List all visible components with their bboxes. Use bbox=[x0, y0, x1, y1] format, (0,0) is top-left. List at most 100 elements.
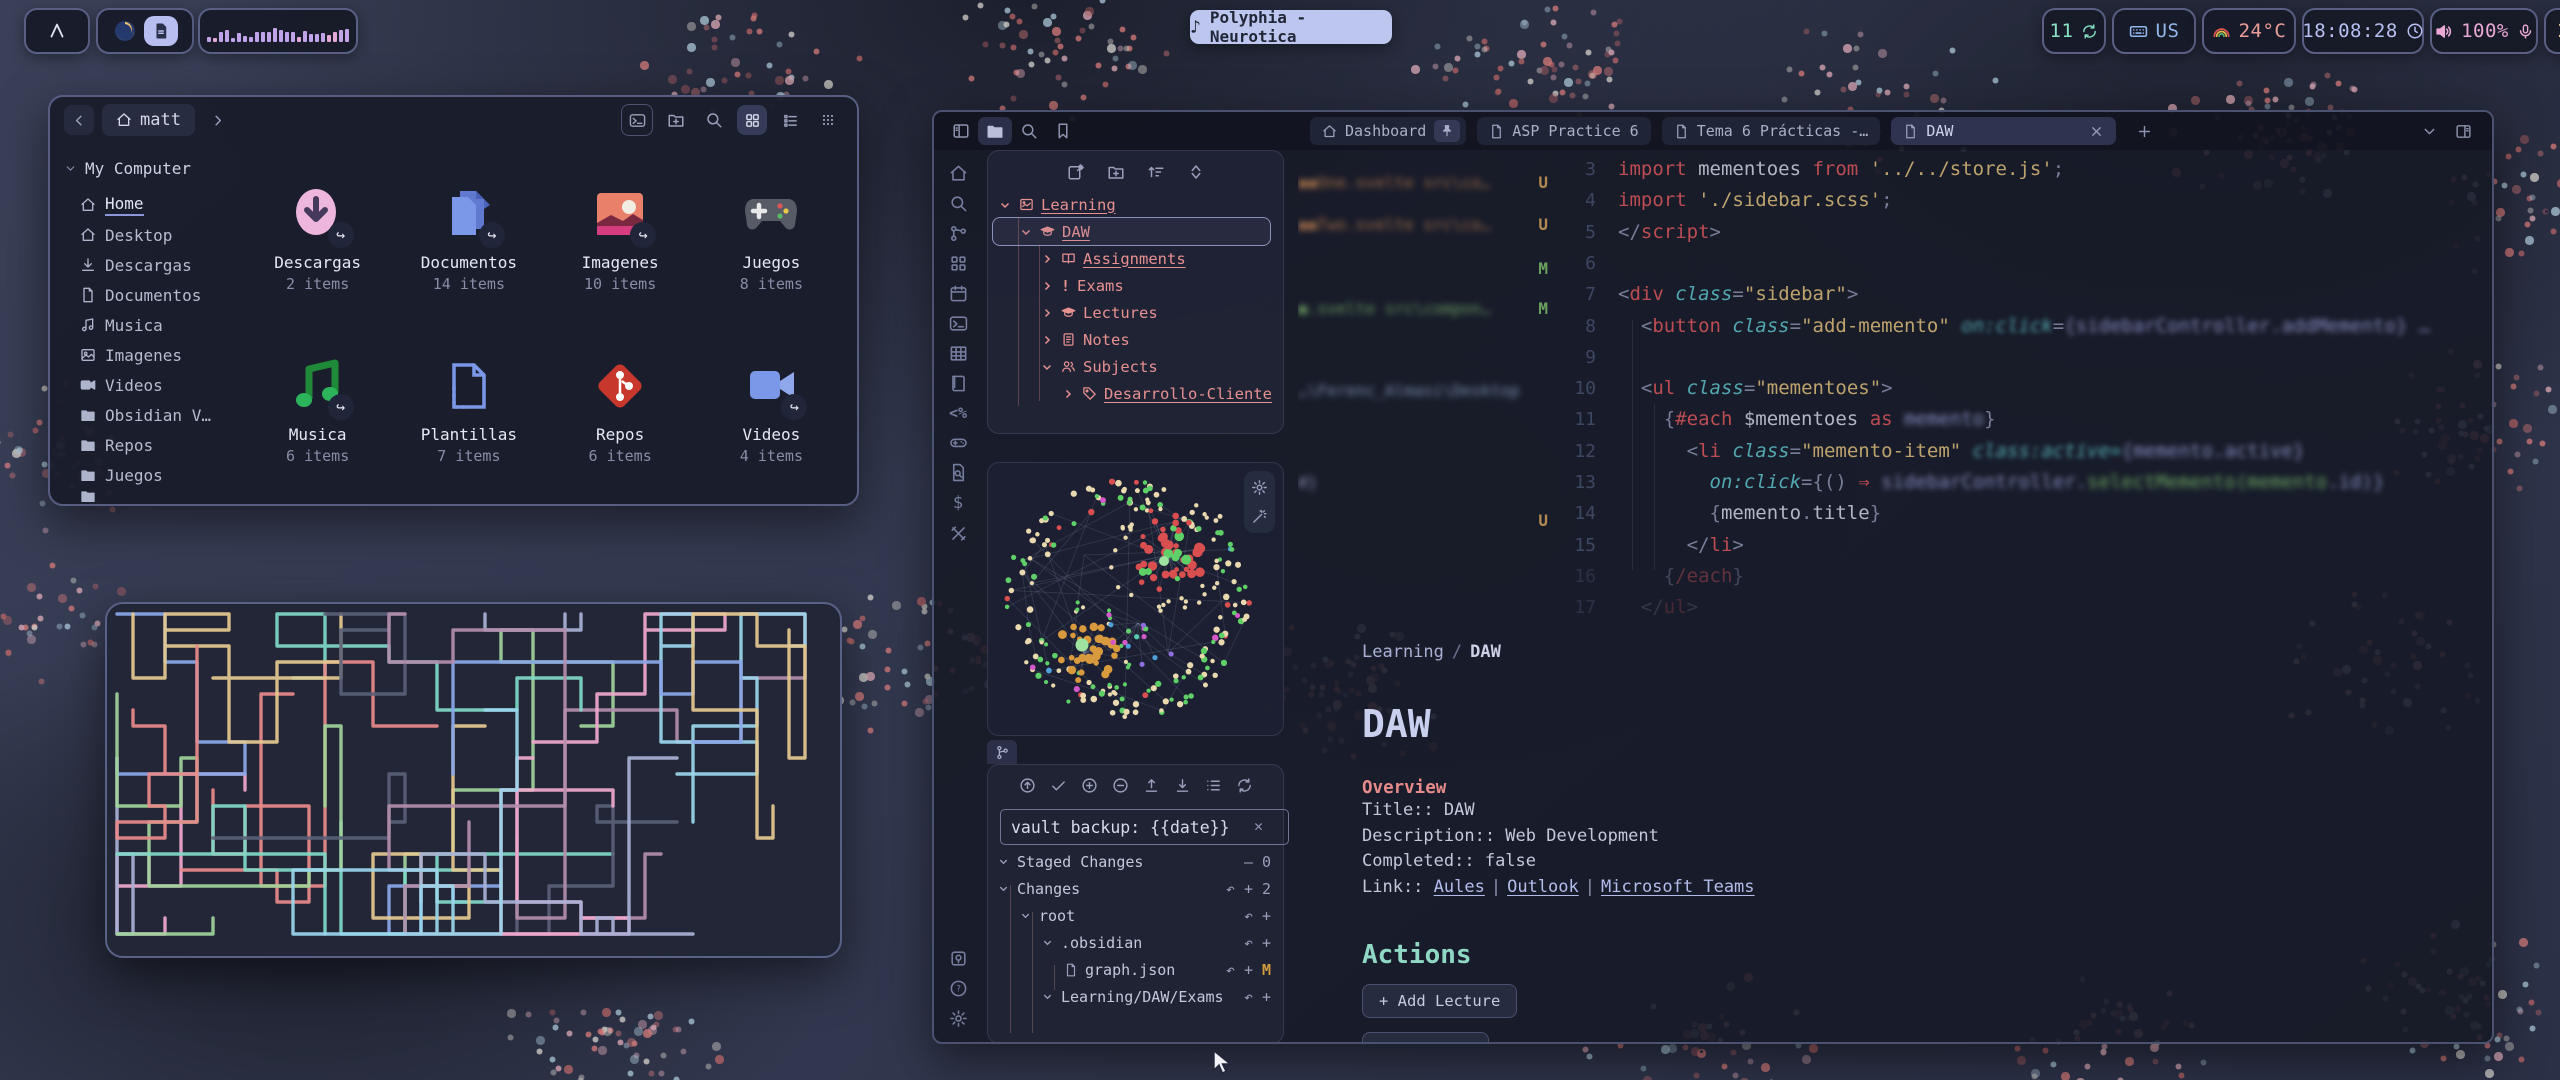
chev-down-button[interactable] bbox=[2412, 117, 2446, 145]
link-microsoftteams[interactable]: Microsoft Teams bbox=[1601, 877, 1755, 897]
close-tab-icon[interactable] bbox=[2089, 124, 2104, 139]
ribbon-git-graph-button[interactable] bbox=[949, 224, 968, 243]
widget-updates[interactable]: 11 bbox=[2042, 8, 2106, 54]
ribbon-home-button[interactable] bbox=[949, 164, 968, 183]
sidebar-item-desktop[interactable]: Desktop bbox=[64, 220, 246, 250]
clear-commit-icon[interactable]: ✕ bbox=[1254, 817, 1263, 835]
sidebar-item-descargas[interactable]: Descargas bbox=[64, 250, 246, 280]
graph-gear-button[interactable] bbox=[1251, 479, 1268, 496]
action-button---add-lecture[interactable]: + Add Lecture bbox=[1362, 984, 1517, 1018]
layout-split-button[interactable] bbox=[2446, 117, 2480, 145]
folder-documentos[interactable]: ↪Documentos14 items bbox=[393, 151, 544, 324]
ribbon-terminal-button[interactable] bbox=[949, 314, 968, 333]
git-row-actions[interactable]: ↶+ bbox=[1244, 907, 1271, 925]
sort-button[interactable] bbox=[1147, 163, 1165, 181]
tab-dashboard[interactable]: Dashboard bbox=[1310, 117, 1466, 145]
ribbon-templater-button[interactable]: <% bbox=[949, 404, 967, 422]
ribbon-layout-grid-button[interactable] bbox=[949, 254, 968, 273]
git-pull-button[interactable] bbox=[1174, 777, 1191, 794]
sidebar-item-juegos[interactable]: Juegos bbox=[64, 460, 246, 490]
git-row-actions[interactable]: ↶+M bbox=[1226, 961, 1271, 979]
git-commit-button[interactable] bbox=[1019, 777, 1036, 794]
new-tab-button[interactable] bbox=[2127, 117, 2161, 145]
ribbon-vault-button[interactable] bbox=[949, 949, 968, 968]
sidebar-item-repos[interactable]: Repos bbox=[64, 430, 246, 460]
open-terminal-button[interactable] bbox=[621, 104, 653, 136]
tab-asp-practice-6[interactable]: ASP Practice 6 bbox=[1477, 117, 1650, 145]
list-view-button[interactable] bbox=[775, 105, 805, 135]
new-note-button[interactable] bbox=[1067, 163, 1085, 181]
widget-clock[interactable]: 18:08:28 bbox=[2302, 8, 2424, 54]
ribbon-dollar-button[interactable]: $ bbox=[953, 493, 963, 513]
git-push-button[interactable] bbox=[1143, 777, 1160, 794]
sidebar-item-videos[interactable]: Videos bbox=[64, 370, 246, 400]
git-row-actions[interactable]: ↶+ bbox=[1244, 988, 1271, 1006]
folder-videos[interactable]: ↪Videos4 items bbox=[696, 324, 847, 497]
git-row-stagedchanges[interactable]: Staged Changes—0 bbox=[988, 848, 1283, 875]
ribbon-calendar-button[interactable] bbox=[949, 284, 968, 303]
ribbon-table-button[interactable] bbox=[949, 344, 968, 363]
back-button[interactable] bbox=[64, 105, 94, 135]
git-minus-circle-button[interactable] bbox=[1112, 777, 1129, 794]
ribbon-book-button[interactable] bbox=[949, 374, 968, 393]
ribbon-file-search-button[interactable] bbox=[949, 463, 968, 482]
action-button---add-note[interactable]: + Add Note bbox=[1362, 1032, 1489, 1042]
link-aules[interactable]: Aules bbox=[1434, 877, 1485, 897]
folder-descargas[interactable]: ↪Descargas2 items bbox=[242, 151, 393, 324]
git-check-button[interactable] bbox=[1050, 777, 1067, 794]
graph-wand-button[interactable] bbox=[1251, 508, 1268, 525]
tab-daw[interactable]: DAW bbox=[1891, 117, 2116, 145]
launcher-button[interactable] bbox=[24, 8, 90, 54]
music-player-pill[interactable]: ♪Polyphia - Neurotica bbox=[1190, 10, 1392, 44]
sidebar-section[interactable]: My Computer bbox=[64, 159, 246, 178]
sidebar-item-home[interactable]: Home bbox=[64, 190, 246, 220]
folder-plantillas[interactable]: Plantillas7 items bbox=[393, 324, 544, 497]
sidebar-item-imagenes[interactable]: Imagenes bbox=[64, 340, 246, 370]
folder-plus-button[interactable] bbox=[1107, 163, 1125, 181]
commit-message-input[interactable] bbox=[1000, 809, 1289, 845]
folder-juegos[interactable]: Juegos8 items bbox=[696, 151, 847, 324]
widget-weather[interactable]: 24°C bbox=[2202, 8, 2296, 54]
ribbon-gear-button[interactable] bbox=[949, 1009, 968, 1028]
breadcrumb[interactable]: matt bbox=[102, 104, 195, 136]
widget-notifications[interactable]: 24 bbox=[2544, 8, 2560, 54]
tab-tema-6-pr-cticas-[interactable]: Tema 6 Prácticas -… bbox=[1662, 117, 1881, 145]
git-row-changes[interactable]: Changes↶+2 bbox=[988, 875, 1283, 902]
search-button[interactable] bbox=[699, 105, 729, 135]
git-list-button[interactable] bbox=[1205, 777, 1222, 794]
git-plus-circle-button[interactable] bbox=[1081, 777, 1098, 794]
forward-button[interactable] bbox=[203, 105, 233, 135]
folder-musica[interactable]: ↪Musica6 items bbox=[242, 324, 393, 497]
collapse-button[interactable] bbox=[1187, 163, 1205, 181]
folder-button[interactable] bbox=[978, 117, 1012, 145]
sidebar-item-obsidianv[interactable]: Obsidian V… bbox=[64, 400, 246, 430]
widget-keyboard-layout[interactable]: US bbox=[2112, 8, 2196, 54]
ribbon-help-button[interactable]: ? bbox=[949, 979, 968, 998]
folder-repos[interactable]: Repos6 items bbox=[545, 324, 696, 497]
bookmark-button[interactable] bbox=[1046, 117, 1080, 145]
ribbon-search-button[interactable] bbox=[949, 194, 968, 213]
graph-view[interactable] bbox=[988, 463, 1281, 733]
git-panel-tab[interactable] bbox=[987, 740, 1017, 764]
firefox-icon[interactable] bbox=[113, 19, 137, 43]
layout-sidebar-button[interactable] bbox=[944, 117, 978, 145]
widget-volume[interactable]: 100% bbox=[2430, 8, 2538, 54]
compact-view-button[interactable] bbox=[813, 105, 843, 135]
tree-item-learning[interactable]: Learning bbox=[998, 191, 1275, 218]
git-row-actions[interactable]: ↶+ bbox=[1244, 934, 1271, 952]
breadcrumb-parent[interactable]: Learning bbox=[1362, 642, 1444, 662]
grid-view-button[interactable] bbox=[737, 105, 767, 135]
link-outlook[interactable]: Outlook bbox=[1507, 877, 1579, 897]
sidebar-item-documentos[interactable]: Documentos bbox=[64, 280, 246, 310]
git-refresh-button[interactable] bbox=[1236, 777, 1253, 794]
ribbon-gamepad-button[interactable] bbox=[949, 433, 968, 452]
ribbon-tools-button[interactable] bbox=[949, 524, 968, 543]
new-folder-button[interactable] bbox=[661, 105, 691, 135]
document-app-icon[interactable] bbox=[144, 16, 178, 46]
folder-imagenes[interactable]: ↪Imagenes10 items bbox=[545, 151, 696, 324]
sidebar-item-musica[interactable]: Musica bbox=[64, 310, 246, 340]
git-row-actions[interactable]: ↶+2 bbox=[1226, 880, 1271, 898]
tree-item-daw[interactable]: DAW bbox=[998, 218, 1275, 245]
git-row-actions[interactable]: —0 bbox=[1244, 853, 1271, 871]
search-button[interactable] bbox=[1012, 117, 1046, 145]
